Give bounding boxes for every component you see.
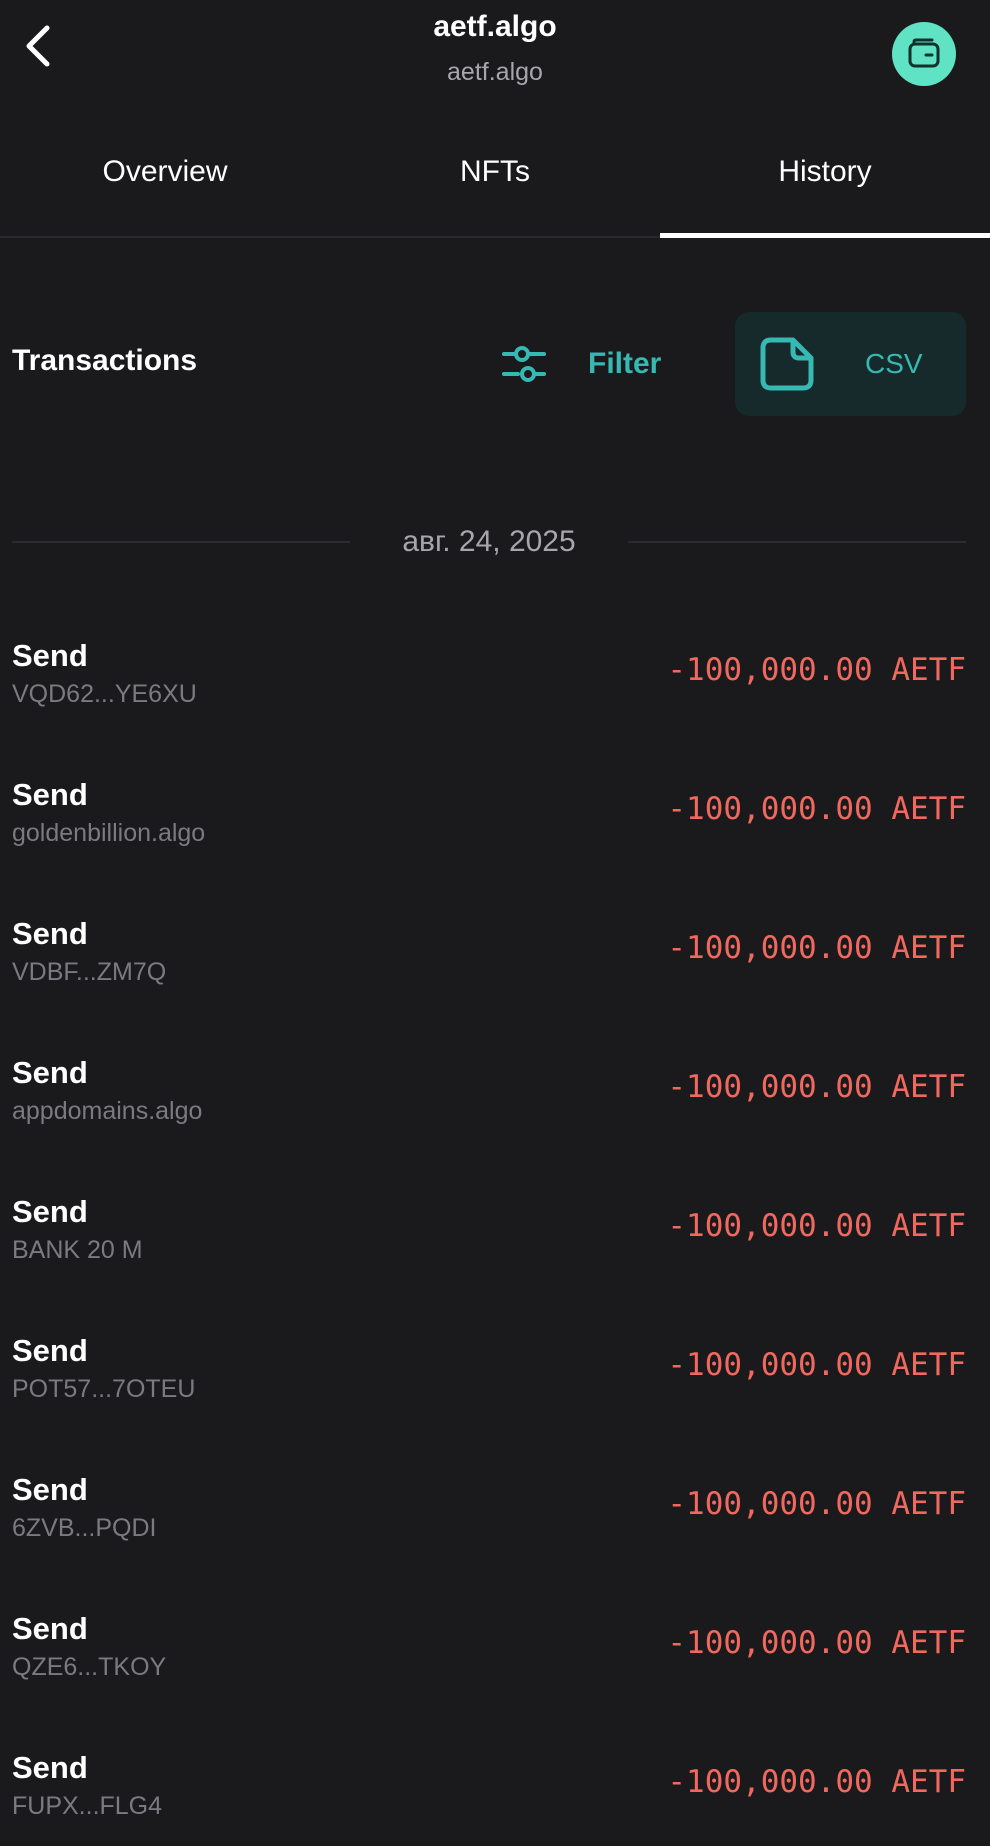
transaction-type: Send [12, 1194, 88, 1229]
date-label: авг. 24, 2025 [402, 525, 576, 558]
transaction-type: Send [12, 1611, 88, 1646]
transaction-amount: -100,000.00 AETF [667, 1069, 966, 1105]
transaction-row[interactable]: Send VDBF...ZM7Q -100,000.00 AETF [0, 898, 990, 1037]
transactions-title: Transactions [12, 344, 198, 377]
transaction-amount: -100,000.00 AETF [667, 1764, 966, 1800]
tab-overview[interactable]: Overview [0, 120, 330, 236]
transaction-row[interactable]: Send 6ZVB...PQDI -100,000.00 AETF [0, 1454, 990, 1593]
app-screen: aetf.algo aetf.algo Overview NFTs Histor… [0, 0, 990, 1846]
transaction-counterparty: 6ZVB...PQDI [12, 1514, 157, 1542]
transaction-counterparty: appdomains.algo [12, 1097, 203, 1125]
transaction-counterparty: BANK 20 M [12, 1236, 143, 1264]
transaction-row[interactable]: Send POT57...7OTEU -100,000.00 AETF [0, 1315, 990, 1454]
transaction-type: Send [12, 916, 88, 951]
transaction-row[interactable]: Send appdomains.algo -100,000.00 AETF [0, 1037, 990, 1176]
transaction-type: Send [12, 777, 88, 812]
transaction-type: Send [12, 638, 88, 673]
page-title: aetf.algo [433, 10, 557, 43]
transaction-amount: -100,000.00 AETF [667, 930, 966, 966]
tab-nfts[interactable]: NFTs [330, 120, 660, 236]
transaction-type: Send [12, 1333, 88, 1368]
date-separator: авг. 24, 2025 [12, 520, 967, 564]
sliders-icon [502, 346, 546, 382]
transaction-row[interactable]: Send VQD62...YE6XU -100,000.00 AETF [0, 620, 990, 759]
divider [627, 541, 967, 543]
divider [12, 541, 351, 543]
page-subtitle: aetf.algo [447, 58, 543, 86]
transaction-amount: -100,000.00 AETF [667, 1347, 966, 1383]
header-titles: aetf.algo aetf.algo [0, 10, 990, 87]
tab-bar: Overview NFTs History [0, 120, 990, 238]
transaction-list: Send VQD62...YE6XU -100,000.00 AETF Send… [0, 620, 990, 1846]
transaction-row[interactable]: Send QZE6...TKOY -100,000.00 AETF [0, 1593, 990, 1732]
transactions-header: Transactions Filter CSV [0, 312, 990, 416]
wallet-button[interactable] [892, 22, 956, 86]
document-icon [760, 337, 814, 391]
transaction-amount: -100,000.00 AETF [667, 1486, 966, 1522]
transaction-counterparty: goldenbillion.algo [12, 819, 206, 847]
transaction-amount: -100,000.00 AETF [667, 1208, 966, 1244]
transaction-amount: -100,000.00 AETF [667, 652, 966, 688]
transaction-type: Send [12, 1055, 88, 1090]
transaction-counterparty: POT57...7OTEU [12, 1375, 196, 1403]
transaction-counterparty: FUPX...FLG4 [12, 1792, 163, 1820]
filter-label: Filter [588, 347, 662, 380]
transaction-amount: -100,000.00 AETF [667, 791, 966, 827]
wallet-icon [908, 38, 940, 68]
transaction-row[interactable]: Send goldenbillion.algo -100,000.00 AETF [0, 759, 990, 898]
filter-button[interactable]: Filter [500, 332, 690, 396]
transaction-type: Send [12, 1472, 88, 1507]
transaction-row[interactable]: Send FUPX...FLG4 -100,000.00 AETF [0, 1732, 990, 1846]
header: aetf.algo aetf.algo [0, 0, 990, 120]
transaction-row[interactable]: Send BANK 20 M -100,000.00 AETF [0, 1176, 990, 1315]
transaction-counterparty: QZE6...TKOY [12, 1653, 167, 1681]
transaction-counterparty: VQD62...YE6XU [12, 680, 197, 708]
tab-history[interactable]: History [660, 120, 990, 238]
csv-label: CSV [865, 348, 923, 379]
transaction-counterparty: VDBF...ZM7Q [12, 958, 167, 986]
csv-export-button[interactable]: CSV [735, 312, 966, 416]
transaction-type: Send [12, 1750, 88, 1785]
transaction-amount: -100,000.00 AETF [667, 1625, 966, 1661]
